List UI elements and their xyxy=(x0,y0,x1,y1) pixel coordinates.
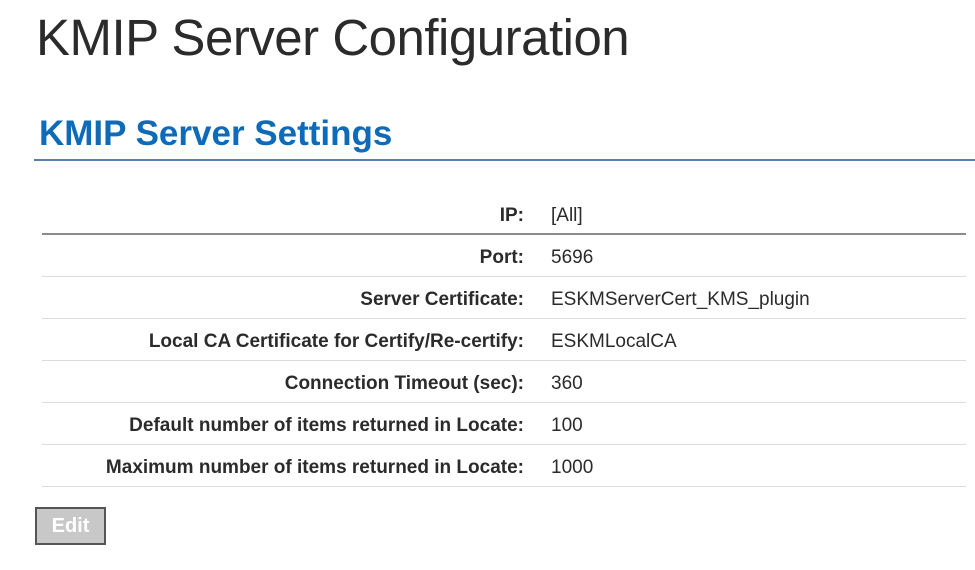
setting-label: Local CA Certificate for Certify/Re-cert… xyxy=(148,331,524,352)
section-divider xyxy=(34,159,975,161)
setting-row-ip: IP: [All] xyxy=(42,193,966,235)
section-heading: KMIP Server Settings xyxy=(39,114,393,153)
page-title: KMIP Server Configuration xyxy=(36,9,630,66)
setting-value: 1000 xyxy=(551,457,594,478)
setting-label: Connection Timeout (sec): xyxy=(284,373,524,394)
setting-value: 5696 xyxy=(551,247,594,268)
setting-label: Port: xyxy=(479,247,524,268)
setting-value: [All] xyxy=(551,205,583,226)
setting-value: ESKMLocalCA xyxy=(551,331,677,352)
setting-label: Default number of items returned in Loca… xyxy=(129,415,524,436)
edit-button[interactable]: Edit xyxy=(35,507,106,545)
setting-label: IP: xyxy=(499,205,524,226)
setting-value: ESKMServerCert_KMS_plugin xyxy=(551,289,810,310)
setting-row-connection-timeout: Connection Timeout (sec): 360 xyxy=(42,361,966,403)
setting-value: 100 xyxy=(551,415,583,436)
setting-row-server-certificate: Server Certificate: ESKMServerCert_KMS_p… xyxy=(42,277,966,319)
setting-row-default-locate-items: Default number of items returned in Loca… xyxy=(42,403,966,445)
setting-row-port: Port: 5696 xyxy=(42,235,966,277)
setting-row-local-ca-certificate: Local CA Certificate for Certify/Re-cert… xyxy=(42,319,966,361)
setting-value: 360 xyxy=(551,373,583,394)
setting-row-maximum-locate-items: Maximum number of items returned in Loca… xyxy=(42,445,966,487)
setting-label: Server Certificate: xyxy=(360,289,524,310)
setting-label: Maximum number of items returned in Loca… xyxy=(105,457,524,478)
settings-table: IP: [All] Port: 5696 Server Certificate:… xyxy=(42,193,966,487)
